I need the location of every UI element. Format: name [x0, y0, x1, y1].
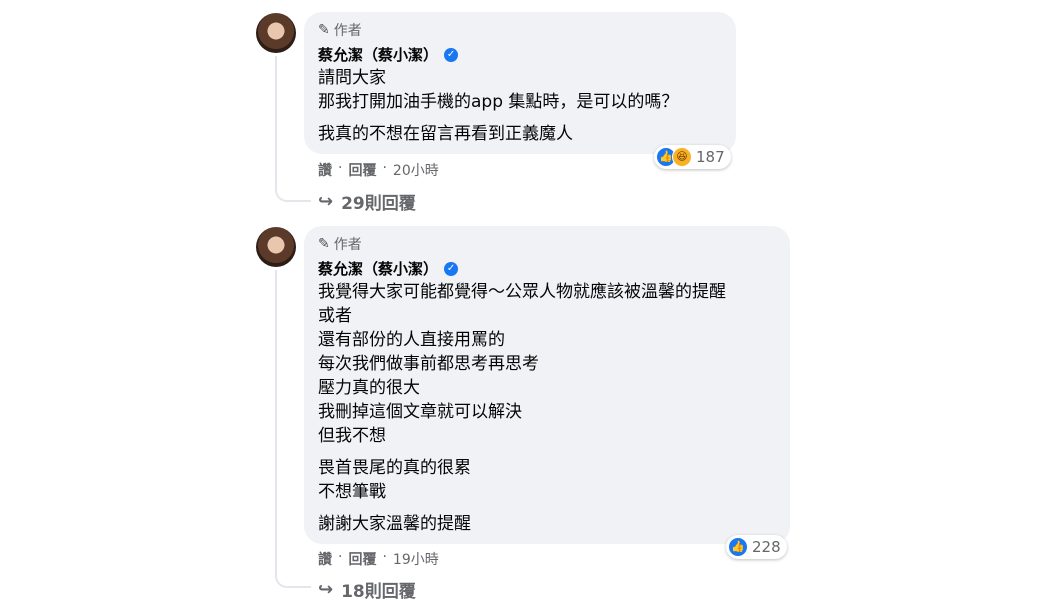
- author-badge-label: 作者: [333, 237, 362, 253]
- thread-connector: [275, 568, 311, 588]
- reaction-count: 228: [752, 538, 781, 556]
- reply-arrow-icon: ↪: [318, 191, 334, 212]
- comment-line: 還有部份的人直接用罵的: [318, 330, 505, 350]
- like-reaction-icon: 👍: [728, 537, 748, 557]
- comment-line: 我刪掉這個文章就可以解決: [318, 402, 522, 422]
- timestamp-link[interactable]: 19小時: [393, 549, 439, 569]
- comment-text: 我覺得大家可能都覺得～公眾人物就應該被溫馨的提醒 或者 還有部份的人直接用罵的 …: [318, 280, 726, 536]
- comment-line: 那我打開加油手機的app 集點時，是可以的嗎？: [318, 92, 679, 112]
- comment-line: 我真的不想在留言再看到正義魔人: [318, 124, 573, 144]
- reaction-count: 187: [696, 148, 725, 166]
- comment-line: 每次我們做事前都思考再思考: [318, 354, 539, 374]
- avatar[interactable]: [256, 13, 296, 53]
- timestamp-link[interactable]: 20小時: [393, 160, 439, 180]
- commenter-name-text[interactable]: 蔡允潔（蔡小潔）: [318, 44, 438, 65]
- avatar[interactable]: [256, 227, 296, 267]
- comment-line: 或者: [318, 306, 352, 326]
- reply-button[interactable]: 回覆: [348, 549, 376, 569]
- view-replies-button[interactable]: ↪ 18則回覆: [318, 577, 416, 602]
- reply-arrow-icon: ↪: [318, 579, 334, 600]
- haha-reaction-icon: 😆: [672, 147, 692, 167]
- comment-text: 請問大家 那我打開加油手機的app 集點時，是可以的嗎？ 我真的不想在留言再看到…: [318, 66, 678, 146]
- view-replies-label[interactable]: 29則回覆: [341, 189, 416, 214]
- author-badge: ✎ 作者: [318, 234, 362, 254]
- reply-button[interactable]: 回覆: [348, 160, 376, 180]
- separator-dot: ·: [382, 160, 387, 176]
- comment-line: 請問大家: [318, 68, 386, 88]
- pencil-icon: ✎: [318, 236, 330, 252]
- comment-line: 謝謝大家溫馨的提醒: [318, 514, 471, 534]
- comment-line: 壓力真的很大: [318, 378, 420, 398]
- separator-dot: ·: [338, 160, 343, 176]
- like-button[interactable]: 讚: [318, 160, 332, 180]
- like-button[interactable]: 讚: [318, 549, 332, 569]
- reaction-summary[interactable]: 👍 228: [726, 535, 787, 559]
- reaction-summary[interactable]: 👍 😆 187: [654, 145, 731, 169]
- thread-line: [275, 270, 277, 570]
- separator-dot: ·: [382, 549, 387, 565]
- commenter-name-text[interactable]: 蔡允潔（蔡小潔）: [318, 258, 438, 279]
- commenter-name[interactable]: 蔡允潔（蔡小潔） ✓: [318, 258, 459, 279]
- view-replies-label[interactable]: 18則回覆: [341, 577, 416, 602]
- verified-icon: ✓: [444, 261, 459, 276]
- commenter-name[interactable]: 蔡允潔（蔡小潔） ✓: [318, 44, 459, 65]
- verified-icon: ✓: [444, 47, 459, 62]
- view-replies-button[interactable]: ↪ 29則回覆: [318, 189, 416, 214]
- thread-line: [275, 56, 277, 184]
- comment-line: 畏首畏尾的真的很累: [318, 458, 471, 478]
- comment-line: 但我不想: [318, 426, 386, 446]
- separator-dot: ·: [338, 549, 343, 565]
- author-badge: ✎ 作者: [318, 20, 362, 40]
- thread-connector: [275, 182, 311, 202]
- comment-line: 我覺得大家可能都覺得～公眾人物就應該被溫馨的提醒: [318, 282, 726, 302]
- comment-actions: 讚 · 回覆 · 20小時: [318, 160, 439, 180]
- pencil-icon: ✎: [318, 22, 330, 38]
- comment-actions: 讚 · 回覆 · 19小時: [318, 549, 439, 569]
- author-badge-label: 作者: [333, 23, 362, 39]
- comment-line: 不想筆戰: [318, 482, 386, 502]
